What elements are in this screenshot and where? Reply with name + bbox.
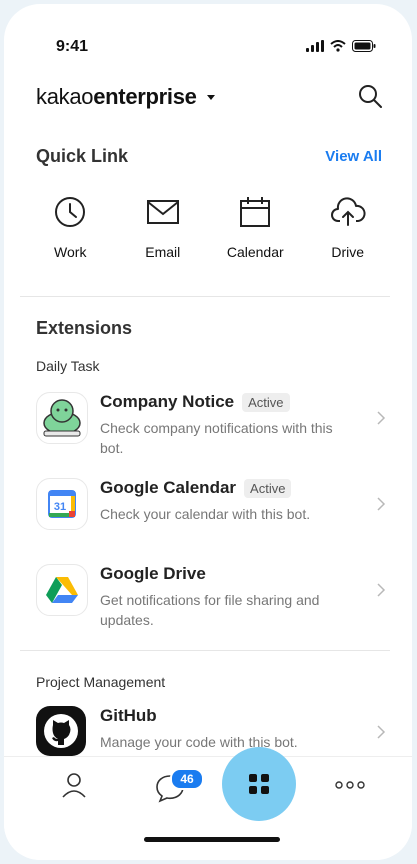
apps-button[interactable] <box>222 747 296 821</box>
extension-github[interactable]: GitHub Manage your code with this bot. <box>36 706 386 756</box>
extension-description: Check company notifications with this bo… <box>100 420 333 456</box>
extension-company-notice[interactable]: Company Notice Active Check company noti… <box>36 392 386 456</box>
calendar-day-text: 31 <box>54 501 66 513</box>
extension-title-line: Company Notice Active <box>100 392 290 412</box>
search-icon[interactable] <box>356 82 384 110</box>
cloud-upload-icon <box>330 197 366 226</box>
extension-title-line: Google Drive <box>100 564 206 584</box>
chevron-right-icon <box>377 497 386 511</box>
chevron-right-icon <box>377 583 386 597</box>
app-header: kakao enterprise <box>4 80 412 120</box>
status-bar: 9:41 <box>4 4 412 84</box>
extension-description: Check your calendar with this bot. <box>100 506 311 522</box>
extension-title: Google Drive <box>100 564 206 583</box>
quick-link-email[interactable]: Email <box>123 194 203 260</box>
github-icon <box>36 706 86 756</box>
notice-bot-icon <box>36 392 88 444</box>
quick-link-calendar[interactable]: Calendar <box>215 194 295 260</box>
quick-link-drive[interactable]: Drive <box>308 194 388 260</box>
extension-description: Manage your code with this bot. <box>100 734 298 750</box>
extension-title-line: GitHub <box>100 706 157 726</box>
status-time: 9:41 <box>56 38 89 55</box>
view-all-link[interactable]: View All <box>325 148 382 165</box>
home-indicator <box>144 837 280 842</box>
status-badge: Active <box>242 392 290 412</box>
quick-link-label: Calendar <box>226 244 284 260</box>
brand-bold: enterprise <box>93 84 197 109</box>
group-label-project-management: Project Management <box>36 674 166 690</box>
extension-title: Google Calendar <box>100 478 237 497</box>
quick-link-title: Quick Link <box>36 146 129 166</box>
group-label-daily-task: Daily Task <box>36 358 100 374</box>
status-icons <box>306 40 376 52</box>
extension-title: GitHub <box>100 706 157 725</box>
phone-screen: 9:41 kakao enterprise Quick Link View Al… <box>4 4 412 860</box>
battery-icon <box>352 40 376 52</box>
status-badge: Active <box>244 478 292 498</box>
quick-link-label: Work <box>54 244 87 260</box>
calendar-icon <box>240 197 271 227</box>
quick-link-label: Email <box>145 244 181 260</box>
signal-icon <box>306 40 324 52</box>
google-calendar-icon: 31 <box>36 478 88 530</box>
mail-icon <box>146 200 179 224</box>
extension-google-calendar[interactable]: 31 Google Calendar Active Check your cal… <box>36 478 386 538</box>
extension-description: Get notifications for file sharing and u… <box>100 592 320 628</box>
extension-title: Company Notice <box>100 392 235 411</box>
wifi-icon <box>330 40 346 52</box>
extension-title-line: Google Calendar Active <box>100 478 292 498</box>
bottom-nav: 46 <box>4 747 412 860</box>
chevron-down-icon <box>206 94 215 100</box>
chat-badge: 46 <box>170 768 204 790</box>
brand-light: kakao <box>36 84 94 109</box>
divider <box>20 650 390 651</box>
chevron-right-icon <box>377 411 386 425</box>
divider <box>20 296 390 297</box>
workspace-switcher[interactable]: kakao enterprise <box>36 84 215 110</box>
extension-google-drive[interactable]: Google Drive Get notifications for file … <box>36 564 386 634</box>
google-drive-icon <box>36 564 88 616</box>
chevron-right-icon <box>377 725 386 739</box>
quick-link-label: Drive <box>331 244 365 260</box>
quick-links: Work Email Calendar Drive <box>24 194 394 260</box>
quick-link-work[interactable]: Work <box>30 194 110 260</box>
apps-grid-icon <box>249 774 269 794</box>
clock-icon <box>55 197 86 227</box>
more-icon[interactable] <box>334 779 366 791</box>
profile-icon[interactable] <box>60 771 88 799</box>
extensions-title: Extensions <box>36 318 133 338</box>
